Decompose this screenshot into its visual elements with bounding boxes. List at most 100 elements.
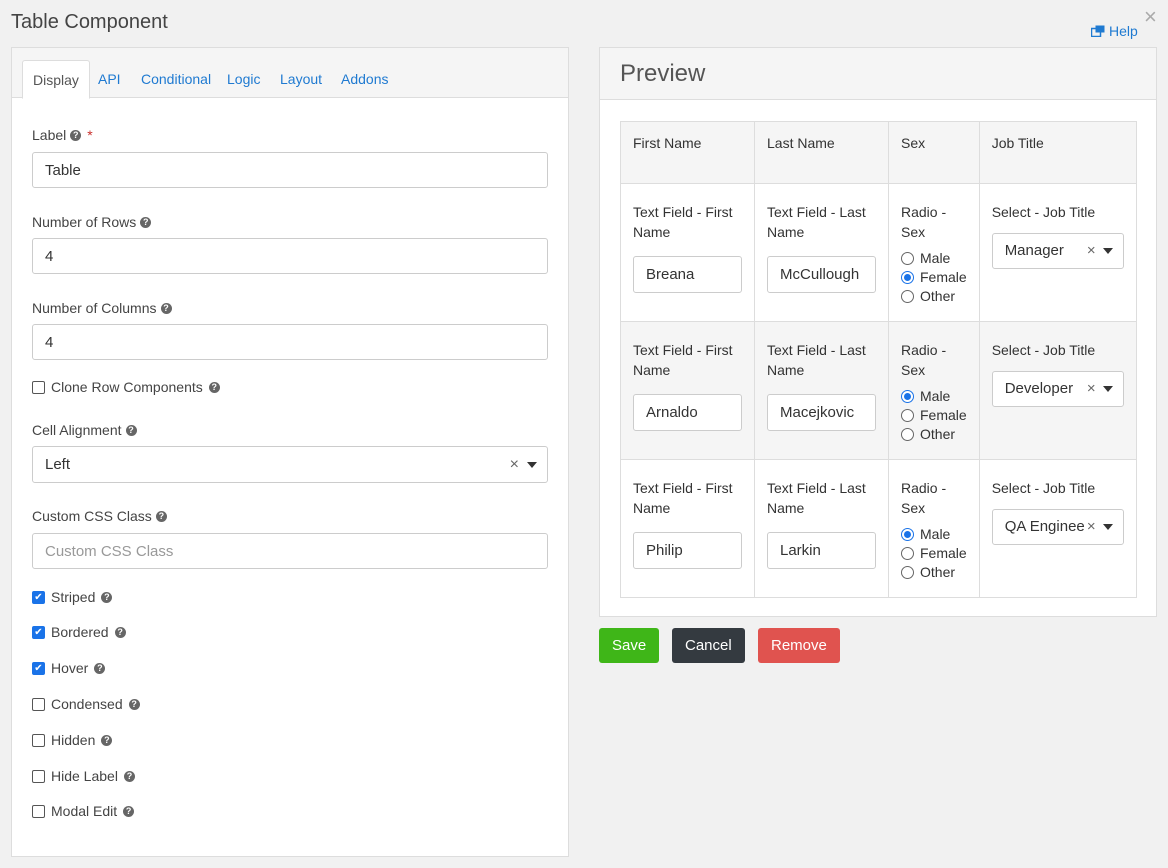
- radio-option[interactable]: Female: [901, 268, 967, 287]
- help-icon: ?: [128, 698, 140, 710]
- radio-option[interactable]: Male: [901, 387, 967, 406]
- checkbox-box[interactable]: [32, 380, 45, 394]
- radio-selected[interactable]: [901, 390, 914, 403]
- option-checkbox[interactable]: ✔ Striped?: [32, 589, 113, 605]
- help-icon: ?: [123, 770, 135, 782]
- radio-button[interactable]: [901, 290, 914, 303]
- required-marker: *: [87, 127, 93, 143]
- table-cell: Select - Job Title Manager ×: [978, 183, 1137, 322]
- first-name-input[interactable]: Arnaldo: [633, 394, 742, 431]
- radio-selected[interactable]: [901, 271, 914, 284]
- cancel-button[interactable]: Cancel: [672, 628, 745, 663]
- help-icon: ?: [101, 591, 113, 603]
- label-input[interactable]: [32, 152, 548, 188]
- radio-option[interactable]: Female: [901, 406, 967, 425]
- radio-label: Other: [920, 288, 956, 304]
- chevron-down-icon[interactable]: [1102, 524, 1113, 530]
- checkbox-checked[interactable]: ✔: [32, 661, 45, 675]
- alignment-field-label: Cell Alignment ?: [32, 422, 137, 438]
- checkbox-box[interactable]: [32, 804, 45, 818]
- checkbox-label: Modal Edit: [51, 803, 118, 819]
- help-label: Help: [1109, 23, 1138, 39]
- chevron-down-icon[interactable]: [1102, 386, 1113, 392]
- first-name-input[interactable]: Breana: [633, 256, 742, 293]
- chevron-down-icon[interactable]: [527, 462, 537, 468]
- option-checkbox[interactable]: ✔ Bordered?: [32, 624, 126, 640]
- clear-icon[interactable]: ×: [510, 447, 519, 482]
- radio-option[interactable]: Male: [901, 249, 967, 268]
- radio-label: Female: [920, 269, 967, 285]
- checkbox-box[interactable]: [32, 697, 45, 711]
- last-name-input[interactable]: Macejkovic: [767, 394, 876, 431]
- help-link[interactable]: Help: [1091, 23, 1138, 39]
- radio-option[interactable]: Female: [901, 544, 967, 563]
- cell-label: Text Field - First Name: [633, 204, 733, 240]
- radio-option[interactable]: Other: [901, 287, 967, 306]
- tab-display[interactable]: Display: [22, 60, 90, 99]
- help-icon: ?: [94, 662, 106, 674]
- radio-button[interactable]: [901, 566, 914, 579]
- clone-row-checkbox[interactable]: Clone Row Components ?: [32, 379, 220, 395]
- last-name-input[interactable]: Larkin: [767, 532, 876, 569]
- checkbox-box[interactable]: [32, 769, 45, 783]
- table-cell: Text Field - First Name Breana: [620, 183, 755, 322]
- cols-input[interactable]: [32, 324, 548, 360]
- table-cell: Text Field - First Name Arnaldo: [620, 321, 755, 460]
- checkbox-label: Striped: [51, 589, 96, 605]
- radio-label: Other: [920, 564, 956, 580]
- dialog-title: Table Component: [11, 11, 168, 33]
- radio-label: Female: [920, 545, 967, 561]
- save-button[interactable]: Save: [599, 628, 660, 663]
- tab-addons[interactable]: Addons: [331, 60, 398, 98]
- help-icon: ?: [70, 129, 82, 141]
- job-title-select[interactable]: Manager ×: [991, 233, 1124, 269]
- checkbox-checked[interactable]: ✔: [32, 590, 45, 604]
- radio-button[interactable]: [901, 547, 914, 560]
- radio-option[interactable]: Other: [901, 563, 967, 582]
- table-cell: Radio - Sex Male Female Other: [888, 321, 980, 460]
- close-icon[interactable]: ×: [1144, 6, 1157, 28]
- preview-panel: Preview First Name Last Name Sex Job Tit…: [599, 47, 1157, 617]
- tab-api[interactable]: API: [88, 60, 131, 98]
- radio-option[interactable]: Other: [901, 425, 967, 444]
- label-field-label: Label ? *: [32, 127, 93, 143]
- cell-label: Select - Job Title: [991, 480, 1096, 496]
- chevron-down-icon[interactable]: [1102, 248, 1113, 254]
- radio-button[interactable]: [901, 428, 914, 441]
- option-checkbox[interactable]: Hidden?: [32, 732, 113, 748]
- radio-button[interactable]: [901, 409, 914, 422]
- tab-conditional[interactable]: Conditional: [131, 60, 221, 98]
- option-checkbox[interactable]: ✔ Hover?: [32, 660, 106, 676]
- clear-icon[interactable]: ×: [1084, 234, 1096, 268]
- radio-option[interactable]: Male: [901, 525, 967, 544]
- clear-icon[interactable]: ×: [1084, 372, 1096, 406]
- custom-css-input[interactable]: [32, 533, 548, 569]
- cell-alignment-select[interactable]: Left ×: [32, 446, 548, 483]
- select-value: QA Engineer: [1004, 518, 1090, 535]
- option-checkbox[interactable]: Hide Label?: [32, 768, 135, 784]
- option-checkbox[interactable]: Condensed?: [32, 696, 140, 712]
- table-row: Text Field - First Name Arnaldo Text Field…: [620, 321, 1137, 460]
- checkbox-label: Hidden: [51, 732, 96, 748]
- first-name-input[interactable]: Philip: [633, 532, 742, 569]
- select-value: Manager: [1004, 242, 1064, 259]
- option-checkbox[interactable]: Modal Edit?: [32, 803, 135, 819]
- tab-layout[interactable]: Layout: [270, 60, 332, 98]
- rows-input[interactable]: [32, 238, 548, 274]
- clear-icon[interactable]: ×: [1084, 510, 1096, 544]
- radio-button[interactable]: [901, 252, 914, 265]
- remove-button[interactable]: Remove: [758, 628, 840, 663]
- radio-selected[interactable]: [901, 528, 914, 541]
- tab-logic[interactable]: Logic: [217, 60, 270, 98]
- table-header-row: First Name Last Name Sex Job Title: [620, 121, 1137, 184]
- last-name-input[interactable]: McCullough: [767, 256, 876, 293]
- job-title-select[interactable]: QA Engineer ×: [991, 509, 1124, 545]
- checkbox-box[interactable]: [32, 733, 45, 747]
- job-title-select[interactable]: Developer ×: [991, 371, 1124, 407]
- cell-label: Select - Job Title: [991, 342, 1096, 358]
- checkbox-checked[interactable]: ✔: [32, 625, 45, 639]
- preview-table: First Name Last Name Sex Job Title Text …: [620, 121, 1137, 598]
- checkbox-label: Hover: [51, 660, 89, 676]
- sex-radio-group: Male Female Other: [901, 525, 967, 582]
- cell-label: Select - Job Title: [991, 204, 1096, 220]
